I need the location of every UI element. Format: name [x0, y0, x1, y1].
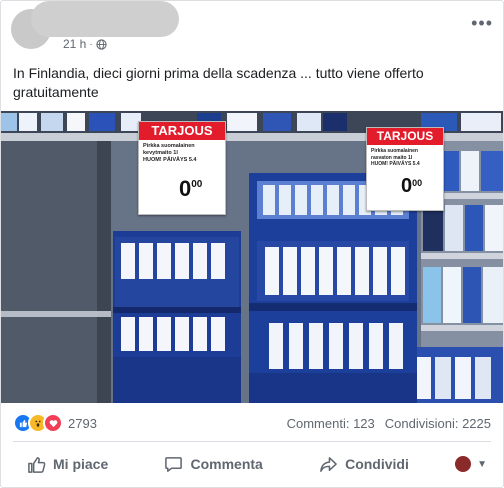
redacted-author-name	[31, 1, 179, 37]
reaction-icons[interactable]: 2793	[13, 413, 97, 433]
sign-title: TARJOUS	[367, 128, 443, 145]
share-button[interactable]: Condividi	[305, 449, 423, 480]
post-time[interactable]: 21 h	[63, 37, 86, 51]
sign-line: HUOM! PÄIVÄYS 5.4	[371, 161, 420, 167]
engagement-bar: 2793 Commenti: 123 Condivisioni: 2225	[13, 411, 491, 435]
chevron-down-icon: ▼	[477, 458, 487, 470]
ellipsis-icon[interactable]: •••	[471, 13, 493, 34]
thumbs-up-icon	[28, 456, 46, 473]
like-button[interactable]: Mi piace	[13, 449, 122, 480]
post-meta: 21 h ·	[63, 37, 107, 51]
sign-title: TARJOUS	[139, 122, 225, 140]
price-sign-left: TARJOUS Pirkka suomalainen kevytmaito 1l…	[138, 121, 226, 215]
sign-price: 0	[401, 175, 413, 197]
comment-button[interactable]: Commenta	[150, 449, 276, 480]
post-text: In Finlandia, dieci giorni prima della s…	[13, 65, 424, 100]
facebook-post: 21 h · ••• In Finlandia, dieci giorni pr…	[0, 0, 504, 488]
shares-count[interactable]: Condivisioni: 2225	[385, 416, 491, 431]
sign-cents: 00	[191, 179, 203, 190]
share-icon	[320, 456, 337, 472]
sign-price: 0	[179, 176, 192, 201]
love-icon	[43, 413, 63, 433]
divider	[13, 441, 491, 442]
share-label: Condividi	[345, 456, 409, 472]
like-label: Mi piace	[53, 456, 109, 472]
comments-count[interactable]: Commenti: 123	[287, 416, 375, 431]
globe-icon	[96, 38, 107, 50]
price-sign-right: TARJOUS Pirkka suomalainen rasvaton mait…	[366, 127, 444, 211]
comment-label: Commenta	[190, 456, 263, 472]
reaction-as-selector[interactable]: ▼	[451, 450, 491, 478]
action-bar: Mi piace Commenta Condividi ▼	[13, 445, 491, 483]
sign-line: HUOM! PÄIVÄYS 5.4	[143, 157, 197, 163]
sign-line: kevytmaito 1l	[143, 150, 178, 156]
separator: ·	[89, 38, 93, 50]
sign-line: Pirkka suomalainen	[143, 143, 195, 149]
post-photo[interactable]: TARJOUS Pirkka suomalainen kevytmaito 1l…	[1, 111, 503, 403]
mini-avatar	[455, 456, 472, 472]
sign-cents: 00	[412, 178, 423, 188]
reaction-count[interactable]: 2793	[68, 416, 97, 431]
comment-icon	[165, 456, 183, 472]
